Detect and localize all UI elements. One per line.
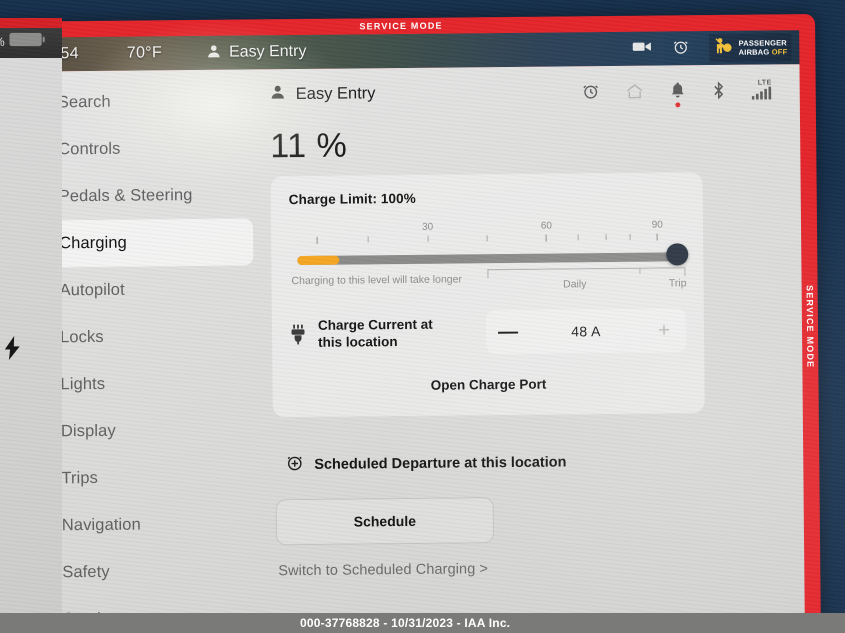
- airbag-state: OFF: [771, 47, 788, 57]
- slider-tick-labels: 30 60 90: [289, 219, 685, 244]
- airbag-line2: AIRBAG: [738, 47, 770, 57]
- decrement-current-button[interactable]: —: [486, 310, 530, 354]
- increment-current-button[interactable]: +: [642, 308, 686, 352]
- schedule-button[interactable]: Schedule: [275, 497, 495, 546]
- charge-current-value: 48 A: [571, 323, 601, 340]
- sidebar-item-label: Charging: [59, 233, 127, 253]
- tick-label-60: 60: [540, 220, 553, 232]
- open-charge-port-button[interactable]: Open Charge Port: [290, 365, 686, 403]
- dashcam-icon[interactable]: [633, 40, 653, 58]
- sidebar-item-label: Navigation: [61, 515, 141, 535]
- profile-name: Easy Entry: [228, 42, 307, 61]
- sidebar-item-label: Controls: [58, 139, 121, 159]
- auction-watermark-text: 000-37768828 - 10/31/2023 - IAA Inc.: [300, 616, 511, 630]
- panel-header: Easy Entry LTE: [269, 64, 777, 113]
- person-icon: [270, 84, 286, 105]
- touchscreen-display: SERVICE MODE SERVICE MODE 13:54 70°F: [0, 14, 821, 633]
- passenger-airbag-off-badge: PASSENGER AIRBAG OFF: [709, 33, 792, 63]
- driver-profile-button[interactable]: Easy Entry: [206, 42, 307, 62]
- scheduled-departure-label: Scheduled Departure at this location: [314, 454, 567, 473]
- bell-icon[interactable]: [670, 81, 686, 108]
- outside-temperature: 70°F: [126, 44, 163, 62]
- sidebar-item-label: Safety: [62, 562, 110, 582]
- tick-label-90: 90: [651, 219, 663, 231]
- sidebar-item-label: Autopilot: [59, 280, 125, 300]
- charge-limit-card: Charge Limit: 100% 30 60 90 Charging to …: [270, 172, 705, 418]
- sidebar-item-label: Pedals & Steering: [58, 186, 193, 206]
- charge-limit-title: Charge Limit: 100%: [288, 190, 416, 208]
- left-cutoff-panel: %: [0, 18, 64, 633]
- profile-name: Easy Entry: [295, 83, 376, 103]
- bluetooth-icon[interactable]: [712, 80, 726, 100]
- auction-watermark-bar: 000-37768828 - 10/31/2023 - IAA Inc.: [0, 613, 845, 633]
- scheduled-departure-icon: [285, 453, 304, 477]
- lte-signal-icon[interactable]: LTE: [751, 79, 772, 100]
- alarm-clock-icon[interactable]: [673, 38, 690, 59]
- tick-label-30: 30: [421, 221, 434, 233]
- home-icon[interactable]: [626, 82, 644, 99]
- charging-panel: Easy Entry LTE 11 % Charge Limit: 100% 3…: [257, 64, 804, 633]
- charge-current-label-line1: Charge Current at: [317, 316, 433, 333]
- passenger-airbag-off-icon: [713, 36, 733, 60]
- lightning-bolt-icon: [4, 336, 21, 365]
- person-icon: [206, 43, 221, 62]
- switch-to-scheduled-charging-link[interactable]: Switch to Scheduled Charging >: [274, 558, 782, 579]
- sidebar-item-label: Display: [60, 421, 116, 441]
- slider-battery-fill: [297, 255, 340, 266]
- range-divider-tick: [639, 267, 641, 274]
- slider-note: Charging to this level will take longer: [291, 273, 462, 288]
- daily-trip-range-bracket: [487, 267, 686, 279]
- daily-range-label: Daily: [563, 278, 587, 291]
- charge-current-stepper[interactable]: — 48 A +: [485, 308, 687, 355]
- sidebar-item-label: Trips: [61, 468, 99, 488]
- charge-current-label-line2: this location: [318, 334, 398, 350]
- photograph-of-vehicle-touchscreen: SERVICE MODE SERVICE MODE 13:54 70°F: [0, 0, 845, 633]
- profile-button[interactable]: Easy Entry: [270, 83, 376, 105]
- sidebar-item-label: Lights: [60, 374, 106, 394]
- battery-percent-suffix: %: [0, 35, 5, 49]
- settings-screen: Search Controls Pedals & Steering Chargi…: [0, 64, 805, 633]
- sidebar-item-label: Locks: [59, 327, 104, 347]
- slider-track[interactable]: [297, 252, 678, 266]
- left-battery-indicator: %: [0, 32, 45, 52]
- slider-tick-marks: [289, 233, 685, 244]
- battery-percentage: 11 %: [270, 126, 348, 166]
- scheduled-departure-header: Scheduled Departure at this location: [273, 448, 781, 477]
- charge-plug-icon: [290, 323, 306, 345]
- airbag-line1: PASSENGER: [738, 38, 787, 48]
- slider-thumb[interactable]: [666, 243, 689, 266]
- sidebar-item-label: Search: [57, 92, 111, 112]
- battery-icon: [9, 32, 45, 52]
- charge-current-row: Charge Current at this location — 48 A +: [290, 307, 687, 357]
- notification-badge-dot: [675, 102, 681, 108]
- trip-range-label: Trip: [668, 277, 687, 290]
- alarm-clock-icon[interactable]: [582, 82, 600, 100]
- charge-limit-slider[interactable]: 30 60 90 Charging to this level will tak…: [289, 219, 689, 297]
